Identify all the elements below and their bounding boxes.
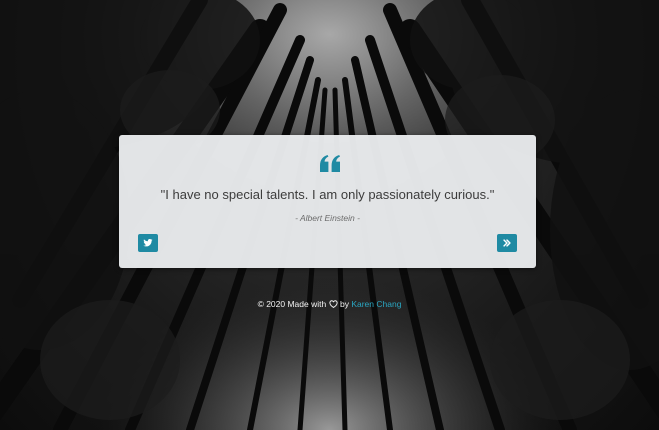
next-quote-button[interactable] (497, 234, 517, 252)
footer-by: by (339, 299, 349, 309)
quote-author: - Albert Einstein - (295, 213, 360, 223)
quote-left-icon (319, 155, 340, 172)
angle-double-right-icon (503, 239, 511, 247)
heart-icon (328, 300, 338, 308)
author-link[interactable]: Karen Chang (351, 299, 401, 309)
twitter-icon (143, 239, 153, 247)
footer: © 2020 Made with by Karen Chang (0, 299, 659, 309)
quote-text: "I have no special talents. I am only pa… (160, 187, 495, 202)
footer-copyright: © 2020 Made with (257, 299, 327, 309)
tweet-button[interactable] (138, 234, 158, 252)
